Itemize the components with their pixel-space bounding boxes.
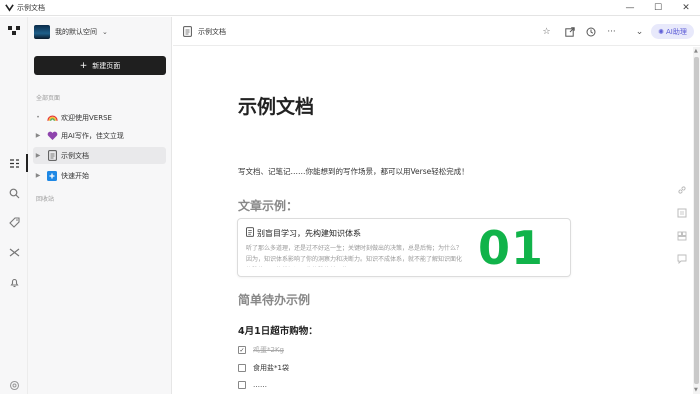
scroll-down-icon[interactable]: ▼ (694, 387, 698, 393)
more-icon[interactable]: ··· (605, 25, 618, 38)
star-icon[interactable]: ☆ (540, 25, 553, 38)
todo-label[interactable]: 食用盐*1袋 (253, 363, 289, 373)
window-titlebar: 示例文档 — ☐ ✕ (0, 0, 700, 16)
comment-icon[interactable] (676, 253, 687, 264)
search-icon[interactable] (7, 186, 21, 200)
plus-icon: + (79, 60, 88, 71)
blue-block-icon (46, 170, 58, 181)
sidebar-item-welcome[interactable]: • 欢迎使用VERSE (33, 109, 166, 126)
card-number-badge: 01 (478, 221, 545, 275)
todo-item[interactable]: 食用盐*1袋 (238, 363, 289, 373)
sidebar-item-ai-writing[interactable]: ▶ 用AI写作，佳文立现 (33, 127, 166, 144)
sidebar-item-label: 示例文档 (61, 151, 89, 160)
close-button[interactable]: ✕ (672, 0, 700, 16)
layout-icon[interactable] (676, 230, 687, 241)
new-page-label: 新建页面 (92, 61, 121, 70)
document-icon (246, 227, 254, 239)
article-heading[interactable]: 文章示例： (238, 197, 298, 214)
document-content: 示例文档 写文档、记笔记……你能想到的写作场景，都可以用Verse轻松完成！ 文… (173, 47, 693, 394)
app-logo-icon (4, 3, 14, 13)
window-title: 示例文档 (17, 3, 45, 12)
document-icon (183, 26, 192, 39)
intro-paragraph[interactable]: 写文档、记笔记……你能想到的写作场景，都可以用Verse轻松完成！ (238, 166, 469, 177)
scroll-up-icon[interactable]: ▲ (694, 48, 698, 54)
workspace-avatar (34, 25, 50, 39)
shuffle-icon[interactable] (7, 245, 21, 259)
checkbox[interactable] (238, 381, 246, 389)
document-toolbar: 示例文档 ☆ ··· ⌄ ✺ AI助理 (173, 17, 700, 46)
sidebar-item-example-doc[interactable]: ▶ 示例文档 (33, 147, 166, 164)
sidebar-item-quick-start[interactable]: ▶ 快速开始 (33, 167, 166, 184)
share-icon[interactable] (563, 25, 576, 38)
vertical-scrollbar[interactable] (693, 47, 700, 394)
caret-right-icon[interactable]: ▶ (33, 132, 43, 139)
section-trash[interactable]: 回收站 (36, 194, 54, 203)
chevron-down-icon: ⌄ (102, 28, 108, 36)
todo-label[interactable]: 鸡蛋*2Kg (253, 345, 284, 355)
caret-right-icon[interactable]: ▶ (33, 172, 43, 179)
todo-item[interactable]: ✓ 鸡蛋*2Kg (238, 345, 284, 355)
todo-item[interactable]: …… (238, 381, 267, 389)
outline-icon[interactable] (676, 207, 687, 218)
bell-icon[interactable] (7, 275, 21, 289)
sidebar: 我的默认空间 ⌄ + 新建页面 全部页面 • 欢迎使用VERSE ▶ 用AI写作… (28, 17, 172, 394)
card-title-text: 别盲目学习，先构建知识体系 (257, 228, 361, 238)
article-card[interactable]: 别盲目学习，先构建知识体系 听了那么多道理，还是过不好这一生；关键时刻做出的决策… (237, 218, 571, 277)
settings-icon[interactable] (7, 378, 21, 392)
document-icon (46, 150, 58, 161)
history-icon[interactable] (584, 25, 597, 38)
left-rail (0, 17, 28, 394)
sidebar-item-label: 快速开始 (61, 171, 89, 180)
ai-assistant-button[interactable]: ✺ AI助理 (651, 24, 694, 39)
minimize-button[interactable]: — (616, 0, 644, 16)
workspace-name: 我的默认空间 (55, 28, 97, 36)
shopping-list-heading[interactable]: 4月1日超市购物： (238, 323, 318, 337)
todo-heading[interactable]: 简单待办示例 (238, 291, 310, 308)
page-title[interactable]: 示例文档 (238, 92, 314, 119)
sidebar-item-label: 欢迎使用VERSE (61, 113, 112, 122)
new-page-button[interactable]: + 新建页面 (34, 56, 166, 75)
card-description: 听了那么多道理，还是过不好这一生；关键时刻做出的决策，总是后悔；为什么？因为，知… (246, 245, 463, 263)
section-all-pages: 全部页面 (36, 95, 61, 102)
caret-right-icon[interactable]: ▶ (33, 152, 43, 159)
chevron-down-icon[interactable]: ⌄ (633, 25, 646, 38)
breadcrumb-title[interactable]: 示例文档 (198, 27, 226, 37)
todo-label[interactable]: …… (253, 381, 267, 389)
tag-icon[interactable] (7, 215, 21, 229)
logo-icon[interactable] (7, 24, 21, 38)
rainbow-icon (46, 112, 58, 123)
workspace-switcher[interactable]: 我的默认空间 ⌄ (34, 25, 108, 39)
checkbox[interactable] (238, 364, 246, 372)
caret-icon: • (36, 114, 40, 121)
sidebar-item-label: 用AI写作，佳文立现 (61, 131, 124, 140)
maximize-button[interactable]: ☐ (644, 0, 672, 16)
link-icon[interactable] (676, 184, 687, 195)
checkbox-checked[interactable]: ✓ (238, 346, 246, 354)
tree-icon[interactable] (7, 156, 21, 170)
ai-assistant-label: AI助理 (666, 27, 687, 36)
purple-heart-icon (46, 130, 58, 141)
scrollbar-thumb[interactable] (694, 57, 699, 384)
card-title: 别盲目学习，先构建知识体系 (246, 227, 361, 239)
ai-sparkle-icon: ✺ (658, 27, 664, 36)
